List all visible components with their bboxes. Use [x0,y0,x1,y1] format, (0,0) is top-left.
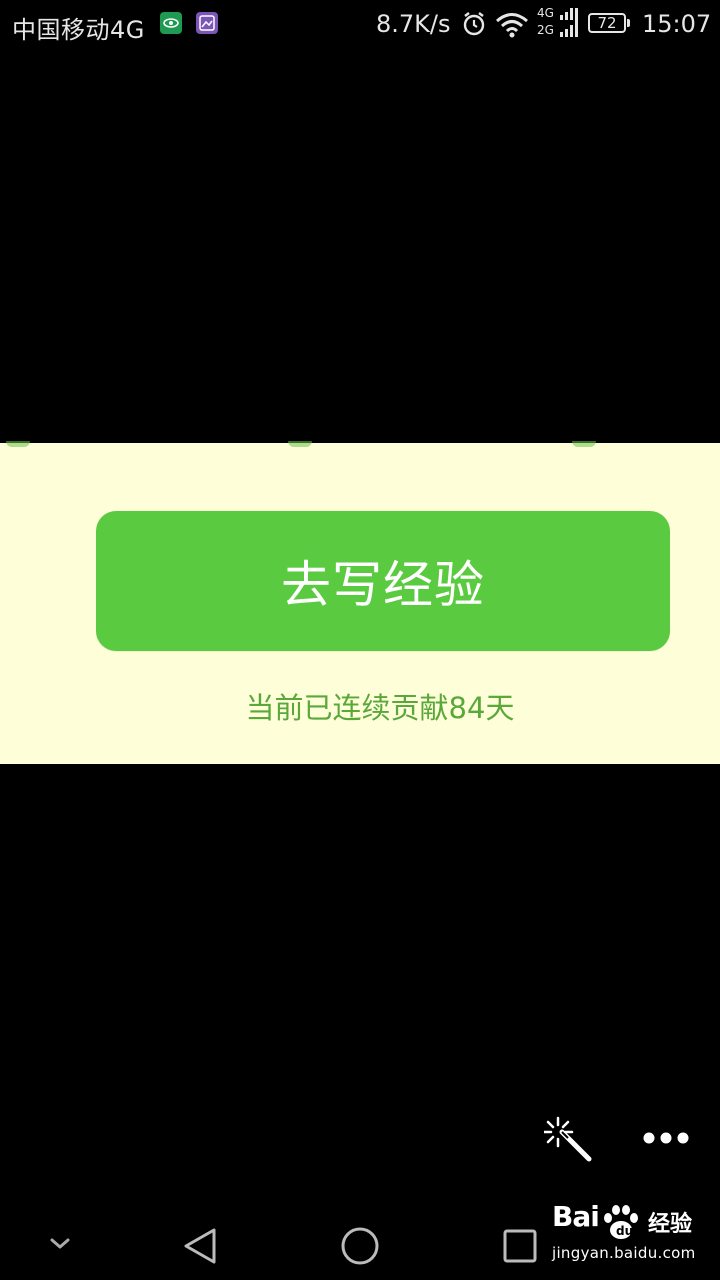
decor-bump [6,441,30,447]
gallery-app-icon [196,12,218,34]
status-bar: 中国移动4G 8.7K/s 4G 2G 72 15:07 [0,0,720,50]
wifi-icon [494,10,530,44]
recent-square-icon[interactable] [500,1226,540,1270]
clock: 15:07 [642,10,712,38]
battery-nub [627,19,630,27]
back-triangle-icon[interactable] [176,1224,224,1272]
watermark-logo-text: Bai [552,1200,600,1233]
chevron-down-icon[interactable] [40,1228,80,1264]
screen: 中国移动4G 8.7K/s 4G 2G 72 15:07 去写经验 当前已连续贡… [0,0,720,1280]
write-experience-button[interactable]: 去写经验 [96,511,670,651]
watermark-suffix: 经验 [648,1212,693,1237]
net-speed: 8.7K/s [376,10,451,38]
decor-bump [572,441,596,447]
watermark-url: jingyan.baidu.com [552,1244,696,1262]
decor-bump [288,441,312,447]
battery-icon: 72 [588,13,626,33]
alarm-icon [460,10,488,44]
signal-icon: 4G 2G [536,4,580,46]
baidu-jingyan-watermark: Bai du 经验 jingyan.baidu.com [550,1200,700,1270]
svg-text:du: du [616,1224,633,1238]
magic-wand-icon[interactable] [542,1114,594,1168]
paw-icon: du [596,1200,646,1248]
network-2g-label: 2G [537,23,554,37]
eye-app-icon [160,12,182,34]
carrier-label: 中国移动4G [12,16,145,44]
network-4g-label: 4G [537,6,554,20]
more-dots-icon[interactable] [642,1126,690,1154]
streak-text: 当前已连续贡献84天 [245,691,515,725]
home-circle-icon[interactable] [336,1224,384,1272]
content-image: 去写经验 当前已连续贡献84天 [0,441,720,764]
